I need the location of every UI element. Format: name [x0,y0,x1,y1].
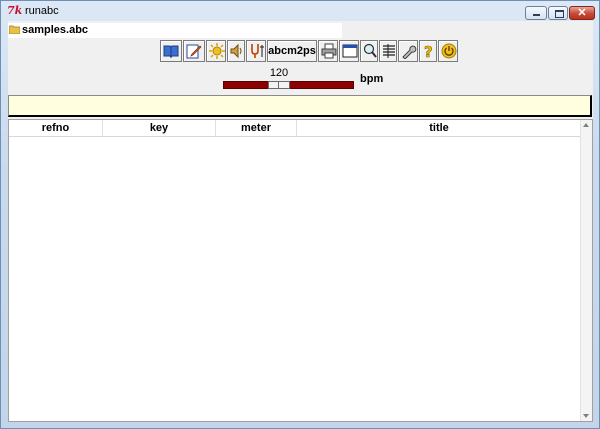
tuning-fork-button[interactable] [246,40,266,62]
maximize-button[interactable] [548,6,568,20]
table-header: refno key meter title [9,120,581,137]
close-button[interactable]: ✕ [569,6,595,20]
column-header-key[interactable]: key [103,120,216,136]
window-icon [342,44,358,58]
printer-button[interactable] [318,40,338,62]
svg-text:?: ? [424,43,433,59]
minimize-icon [533,14,540,16]
close-icon: ✕ [577,7,587,19]
power-button[interactable] [438,40,458,62]
help-icon: ? [424,43,433,59]
window-button[interactable] [339,40,359,62]
folder-icon [9,25,20,34]
column-header-title[interactable]: title [297,120,581,136]
message-bar [8,95,592,117]
table-body[interactable] [9,137,581,421]
edit-icon [186,44,202,59]
tempo-slider-thumb[interactable] [268,81,290,89]
tempo-value: 120 [269,67,289,79]
magnifier-button[interactable] [360,40,378,62]
tk-feather-icon: 7k [7,4,23,17]
book-icon [163,45,179,59]
speaker-icon [230,43,242,59]
speaker-button[interactable] [227,40,245,62]
app-window: 7k runabc ✕ samples.abc abcm2ps ? 120 bp… [0,0,600,429]
maximize-icon [555,10,564,18]
title-bar[interactable]: 7k runabc ✕ [1,1,599,21]
vertical-scrollbar[interactable] [580,120,592,421]
window-title: runabc [25,5,59,17]
file-selector[interactable]: samples.abc [8,23,342,38]
tempo-unit-label: bpm [360,73,384,85]
book-button[interactable] [160,40,182,62]
wrench-icon [402,45,417,59]
tuning-fork-icon [251,44,264,58]
wrench-button[interactable] [398,40,418,62]
scroll-down-arrow-icon[interactable] [583,414,589,418]
power-icon [441,43,457,59]
client-area: samples.abc abcm2ps ? 120 bpm refno key … [8,21,593,422]
tune-table[interactable]: refno key meter title [8,119,593,422]
column-header-meter[interactable]: meter [216,120,297,136]
tempo-slider[interactable] [223,81,354,89]
sun-button[interactable] [206,40,226,62]
column-header-refno[interactable]: refno [9,120,103,136]
magnifier-icon [363,43,377,58]
minimize-button[interactable] [525,6,547,20]
scroll-up-arrow-icon[interactable] [583,123,589,127]
list-button[interactable] [379,40,397,62]
help-button[interactable]: ? [419,40,437,62]
abcm2ps-button[interactable]: abcm2ps [267,40,317,62]
printer-icon [321,43,337,59]
edit-button[interactable] [183,40,205,62]
file-name: samples.abc [22,24,89,36]
sun-icon [209,43,225,59]
list-icon [383,44,395,58]
